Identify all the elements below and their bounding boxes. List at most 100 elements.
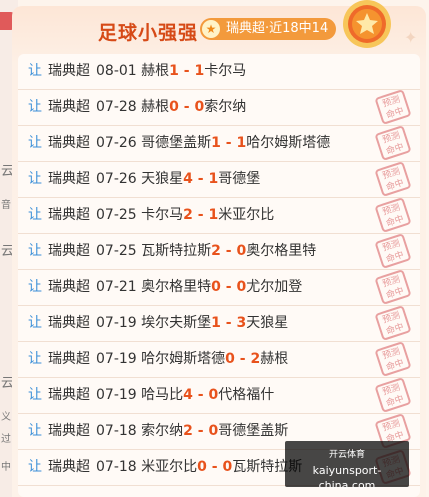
- prediction-row[interactable]: 让瑞典超 07-21 奥尔格里特0 - 0尤尔加登 预测 命中: [18, 269, 420, 306]
- home-score: 4: [183, 387, 193, 403]
- away-score: 1: [194, 63, 205, 79]
- home-team: 奥尔格里特: [141, 279, 212, 295]
- record-badge-label: 瑞典超·近18中14: [226, 21, 329, 36]
- bet-type-label: 让: [28, 171, 42, 187]
- site-watermark: 开云体育 kaiyunsport-china.com: [285, 441, 409, 492]
- side-text-fragment: 音: [1, 200, 11, 211]
- away-team: 卡尔马: [204, 63, 247, 79]
- home-score: 2: [211, 243, 221, 259]
- side-text-fragment: 中: [1, 462, 11, 473]
- score-separator: -: [178, 63, 195, 79]
- prediction-row[interactable]: 让瑞典超 07-19 埃尔夫斯堡1 - 3天狼星 预测 命中: [18, 305, 420, 342]
- home-team: 赫根: [141, 99, 170, 115]
- home-team: 天狼星: [141, 171, 184, 187]
- away-score: 0: [236, 279, 247, 295]
- match-date: 07-18: [96, 423, 137, 439]
- away-score: 0: [208, 423, 219, 439]
- home-team: 哥德堡盖斯: [141, 135, 212, 151]
- match-date: 08-01: [96, 63, 137, 79]
- home-team: 米亚尔比: [141, 459, 198, 475]
- away-score: 0: [236, 243, 247, 259]
- expert-name: 足球小强强: [98, 22, 199, 44]
- league-name: 瑞典超: [48, 171, 90, 187]
- prediction-row[interactable]: 让瑞典超 07-19 哈马比4 - 0代格福什 预测 命中: [18, 377, 420, 414]
- home-team: 索尔纳: [141, 423, 184, 439]
- expert-record-card: 足球小强强 ★ 瑞典超·近18中14 ✦ 让瑞典超 08-01 赫根1 - 1卡尔…: [12, 0, 426, 497]
- record-badge[interactable]: ★ 瑞典超·近18中14: [200, 18, 337, 40]
- match-date: 07-19: [96, 315, 137, 331]
- score-separator: -: [206, 459, 223, 475]
- away-team: 哥德堡: [218, 171, 261, 187]
- watermark-url: kaiyunsport-china.com: [312, 464, 382, 492]
- home-score: 0: [211, 279, 221, 295]
- match-info: 瑞典超 07-28 赫根0 - 0索尔纳: [48, 90, 246, 125]
- match-date: 07-18: [96, 459, 137, 475]
- score-separator: -: [220, 135, 237, 151]
- away-team: 天狼星: [246, 315, 289, 331]
- away-team: 哈尔姆斯塔德: [246, 135, 331, 151]
- away-score: 0: [208, 387, 219, 403]
- bet-type-label: 让: [28, 63, 42, 79]
- side-text-fragment: 义: [1, 412, 11, 423]
- sparkle-icon: ✦: [404, 28, 418, 47]
- home-team: 赫根: [141, 63, 170, 79]
- bet-type-label: 让: [28, 207, 42, 223]
- score-separator: -: [220, 279, 237, 295]
- league-name: 瑞典超: [48, 459, 90, 475]
- away-score: 3: [236, 315, 247, 331]
- league-name: 瑞典超: [48, 279, 90, 295]
- match-date: 07-25: [96, 207, 137, 223]
- away-score: 0: [194, 99, 205, 115]
- home-score: 1: [211, 315, 221, 331]
- bet-type-label: 让: [28, 243, 42, 259]
- prediction-row[interactable]: 让瑞典超 07-28 赫根0 - 0索尔纳 预测 命中: [18, 89, 420, 126]
- league-name: 瑞典超: [48, 243, 90, 259]
- side-text-fragment: 过: [1, 434, 11, 445]
- league-name: 瑞典超: [48, 387, 90, 403]
- match-date: 07-19: [96, 387, 137, 403]
- prediction-row[interactable]: 让瑞典超 07-19 哈尔姆斯塔德0 - 2赫根 预测 命中: [18, 341, 420, 378]
- match-date: 07-21: [96, 279, 137, 295]
- away-score: 1: [208, 207, 219, 223]
- prediction-row[interactable]: 让瑞典超 08-01 赫根1 - 1卡尔马: [18, 54, 420, 90]
- match-info: 瑞典超 07-19 哈马比4 - 0代格福什: [48, 378, 274, 413]
- match-info: 瑞典超 07-18 索尔纳2 - 0哥德堡盖斯: [48, 414, 288, 449]
- prediction-row[interactable]: 让瑞典超 07-25 瓦斯特拉斯2 - 0奥尔格里特 预测 命中: [18, 233, 420, 270]
- match-info: 瑞典超 08-01 赫根1 - 1卡尔马: [48, 54, 246, 89]
- bet-type-label: 让: [28, 99, 42, 115]
- match-date: 07-26: [96, 135, 137, 151]
- away-score: 0: [222, 459, 233, 475]
- hit-stamp-icon: 预测命中: [374, 89, 412, 125]
- match-info: 瑞典超 07-19 埃尔夫斯堡1 - 3天狼星: [48, 306, 288, 341]
- home-score: 2: [183, 423, 193, 439]
- bet-type-label: 让: [28, 135, 42, 151]
- score-separator: -: [192, 171, 209, 187]
- prediction-row[interactable]: 让瑞典超 07-26 哥德堡盖斯1 - 1哈尔姆斯塔德 预测 命中: [18, 125, 420, 162]
- prediction-row[interactable]: 让瑞典超 07-25 卡尔马2 - 1米亚尔比 预测 命中: [18, 197, 420, 234]
- hit-stamp-icon: 预测命中: [374, 377, 412, 413]
- bet-type-label: 让: [28, 423, 42, 439]
- league-name: 瑞典超: [48, 135, 90, 151]
- league-name: 瑞典超: [48, 99, 90, 115]
- watermark-brand: 开云体育: [328, 450, 365, 460]
- away-team: 米亚尔比: [218, 207, 275, 223]
- score-separator: -: [192, 387, 209, 403]
- league-name: 瑞典超: [48, 351, 90, 367]
- home-team: 埃尔夫斯堡: [141, 315, 212, 331]
- away-score: 1: [236, 135, 247, 151]
- match-info: 瑞典超 07-25 卡尔马2 - 1米亚尔比: [48, 198, 274, 233]
- match-info: 瑞典超 07-18 米亚尔比0 - 0瓦斯特拉斯: [48, 450, 302, 485]
- match-info: 瑞典超 07-26 天狼星4 - 1哥德堡: [48, 162, 260, 197]
- prediction-row[interactable]: 让瑞典超 07-26 天狼星4 - 1哥德堡 预测 命中: [18, 161, 420, 198]
- match-info: 瑞典超 07-26 哥德堡盖斯1 - 1哈尔姆斯塔德: [48, 126, 330, 161]
- hit-stamp-icon: 预测命中: [374, 341, 412, 377]
- bet-type-label: 让: [28, 351, 42, 367]
- away-team: 代格福什: [218, 387, 275, 403]
- bet-type-label: 让: [28, 387, 42, 403]
- away-team: 索尔纳: [204, 99, 247, 115]
- hit-stamp-icon: 预测命中: [374, 161, 412, 197]
- bet-type-label: 让: [28, 459, 42, 475]
- away-team: 赫根: [260, 351, 289, 367]
- card-header: 足球小强强 ★ 瑞典超·近18中14 ✦: [12, 0, 426, 56]
- match-info: 瑞典超 07-21 奥尔格里特0 - 0尤尔加登: [48, 270, 302, 305]
